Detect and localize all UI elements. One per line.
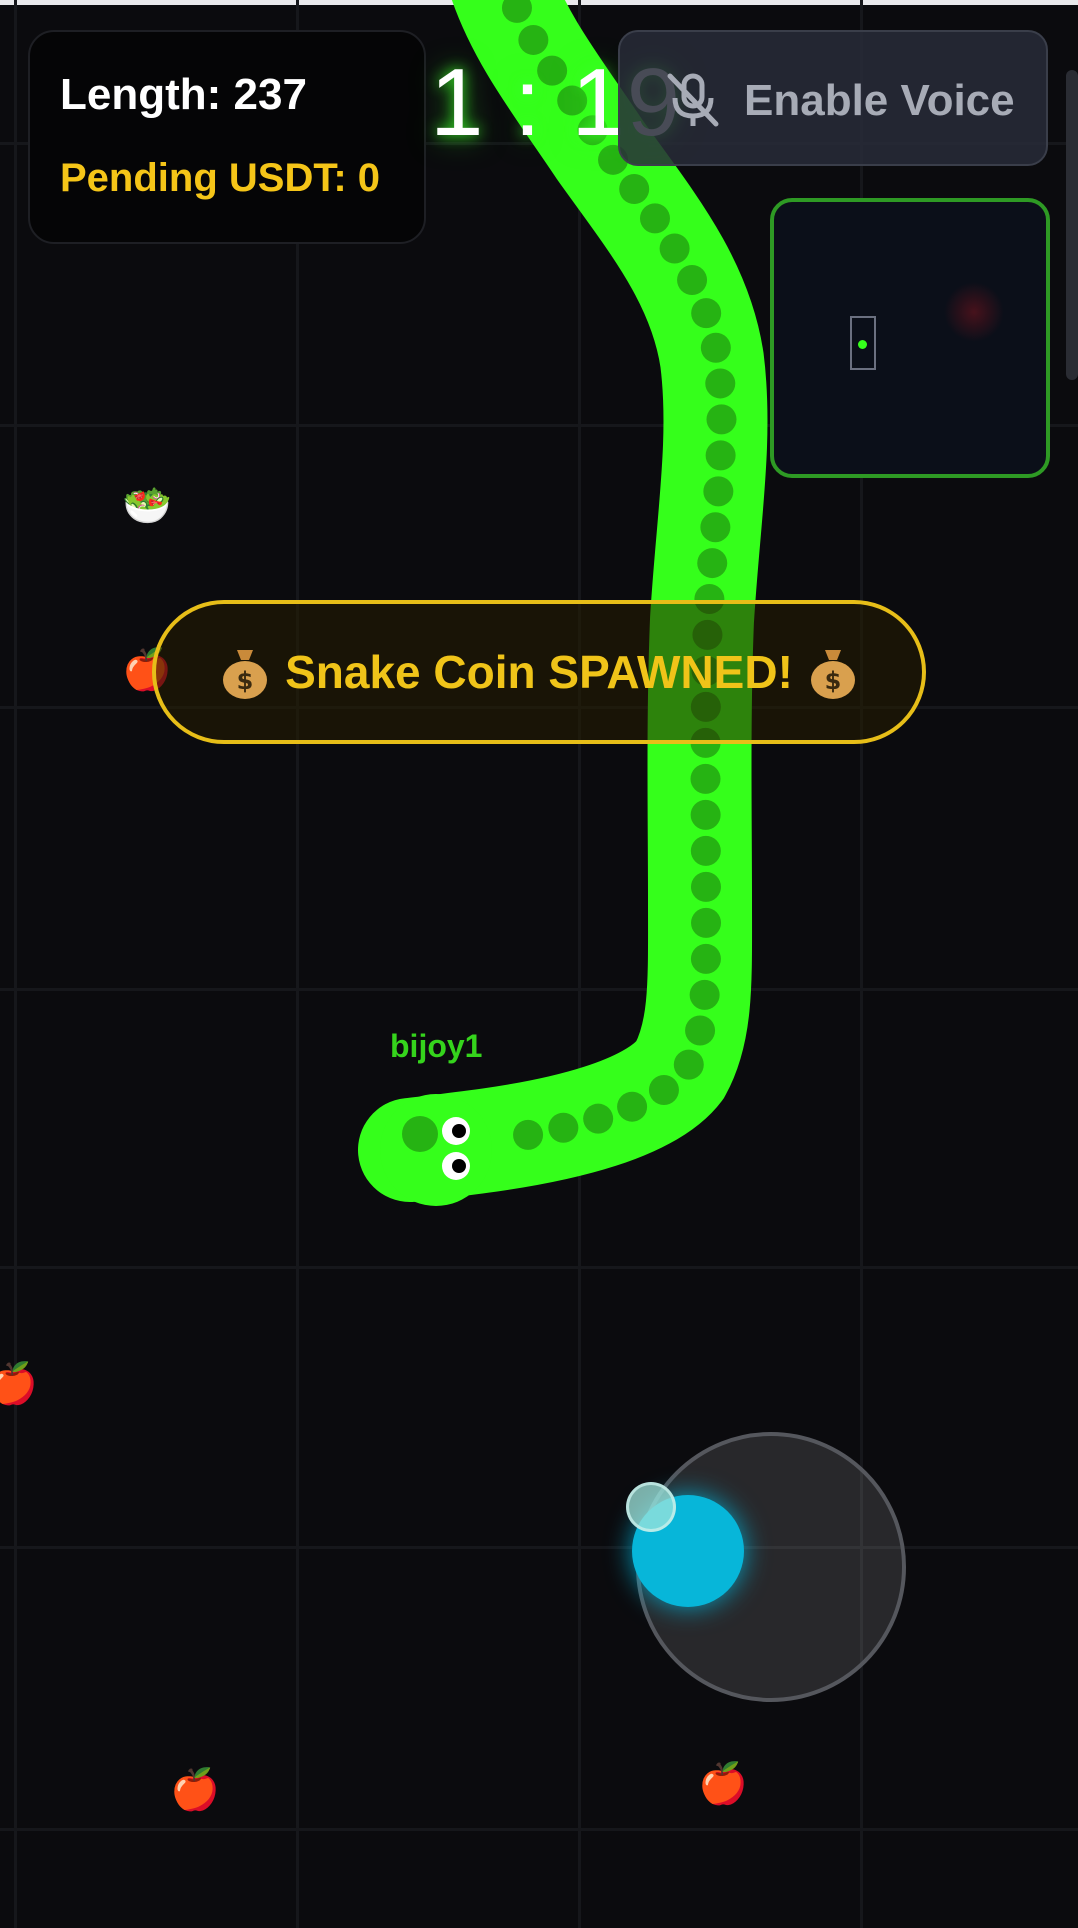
snake-head bbox=[380, 1094, 492, 1206]
enable-voice-button[interactable]: Enable Voice bbox=[618, 30, 1048, 166]
snake-segment-spot bbox=[685, 1015, 716, 1046]
snake-segment-spot bbox=[659, 233, 690, 264]
bowl-food-icon: 🥗 bbox=[122, 484, 172, 528]
apple-icon: 🍎 bbox=[0, 1362, 38, 1406]
snake-segment-spot bbox=[690, 943, 721, 974]
snake-segment-spot bbox=[689, 979, 720, 1010]
snake-segment-spot bbox=[706, 404, 737, 435]
snake-segment-spot bbox=[619, 173, 650, 204]
player-name-label: bijoy1 bbox=[390, 1028, 483, 1064]
snake-segment-spot bbox=[673, 1049, 704, 1080]
enable-voice-label: Enable Voice bbox=[744, 76, 1015, 125]
snake-head-spot bbox=[402, 1116, 438, 1152]
snake-segment-spot bbox=[548, 1112, 579, 1143]
minimap-enemy-marker bbox=[944, 282, 1004, 342]
snake-pupil bbox=[452, 1159, 466, 1173]
money-bag-icon: $ bbox=[223, 650, 268, 699]
apple-icon: 🍎 bbox=[698, 1762, 748, 1806]
snake-segment-spot bbox=[697, 548, 728, 579]
snake-segment-spot bbox=[691, 298, 722, 329]
snake-pupil bbox=[452, 1124, 466, 1138]
minimap-player-dot bbox=[858, 340, 867, 349]
svg-text:$: $ bbox=[825, 667, 842, 695]
snake-segment-spot bbox=[690, 763, 721, 794]
svg-text:$: $ bbox=[237, 667, 254, 695]
snake-segment-spot bbox=[648, 1075, 679, 1106]
stats-panel: Length: 237 Pending USDT: 0 bbox=[28, 30, 426, 244]
game-canvas[interactable]: 🥗 🍎 🍎 🍎 🍎 bijoy1 Length: 237 Pending USD… bbox=[0, 0, 1078, 1928]
length-counter: Length: 237 bbox=[60, 70, 307, 119]
mic-off-icon bbox=[667, 73, 719, 127]
snake-segment-spot bbox=[705, 368, 736, 399]
snake-segment-spot bbox=[690, 799, 721, 830]
snake-segment-spot bbox=[690, 871, 721, 902]
snake-segment-spot bbox=[513, 1119, 544, 1150]
snake-segment-spot bbox=[691, 907, 722, 938]
joystick-touch-indicator bbox=[626, 1482, 676, 1532]
minimap bbox=[770, 198, 1050, 478]
pending-usdt-counter: Pending USDT: 0 bbox=[60, 156, 381, 200]
snake-body bbox=[358, 0, 768, 1202]
snake-segment-spot bbox=[639, 203, 670, 234]
snake-segment-spot bbox=[705, 440, 736, 471]
apple-icon: 🍎 bbox=[170, 1768, 220, 1812]
banner-text: Snake Coin SPAWNED! bbox=[285, 646, 793, 698]
snake-coin-banner: $ Snake Coin SPAWNED! $ bbox=[152, 600, 926, 744]
snake-segment-spot bbox=[703, 476, 734, 507]
snake-segment-spot bbox=[700, 512, 731, 543]
snake-segment-spot bbox=[700, 332, 731, 363]
snake-segment-spot bbox=[677, 265, 708, 296]
snake-segment-spot bbox=[583, 1103, 614, 1134]
money-bag-icon: $ bbox=[810, 650, 855, 699]
snake-segment-spot bbox=[690, 835, 721, 866]
side-scrollbar[interactable] bbox=[1066, 70, 1078, 380]
snake-segment-spot bbox=[617, 1091, 648, 1122]
